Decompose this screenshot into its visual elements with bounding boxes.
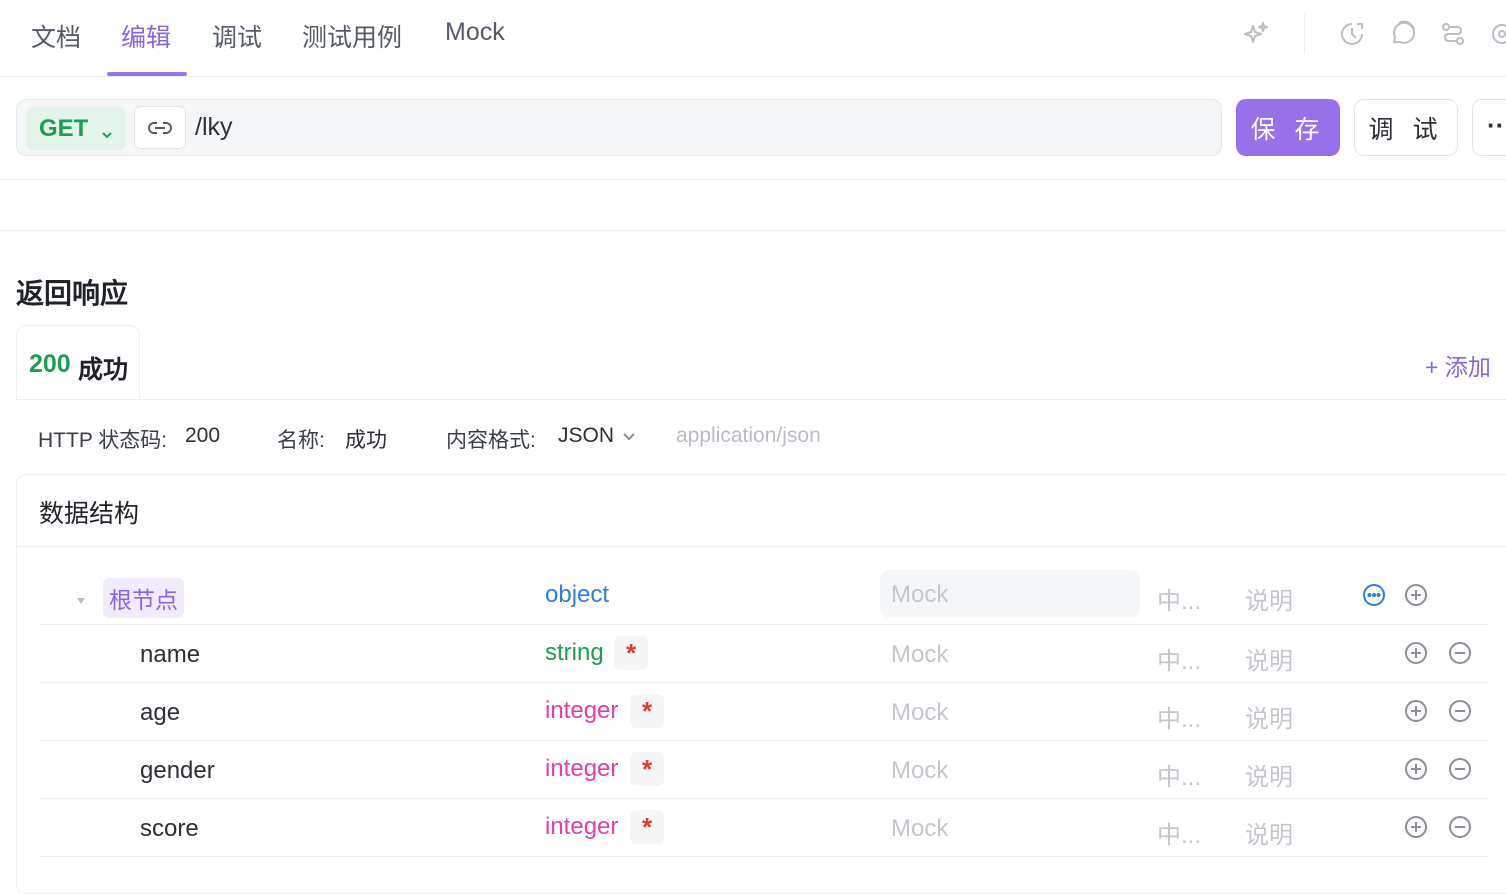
description-input[interactable]: 说明: [1245, 815, 1293, 850]
name-label: 名称:: [277, 429, 325, 452]
data-structure-title: 数据结构: [39, 500, 140, 528]
tab-docs[interactable]: 文档: [31, 18, 81, 54]
schema-row: name string * Mock 中... 说明: [40, 624, 1488, 683]
mock-input[interactable]: Mock: [891, 699, 948, 727]
debug-button[interactable]: 调 试: [1354, 99, 1458, 156]
chinese-name-input[interactable]: 中...: [1157, 815, 1201, 850]
mock-input[interactable]: Mock: [891, 641, 948, 669]
mock-input[interactable]: Mock: [891, 757, 948, 785]
schema-row: age integer * Mock 中... 说明: [40, 682, 1488, 741]
remove-field-icon[interactable]: [1447, 640, 1473, 666]
description-input[interactable]: 说明: [1245, 641, 1293, 676]
field-type[interactable]: string: [545, 639, 604, 667]
chinese-name-input[interactable]: 中...: [1157, 641, 1201, 676]
required-toggle[interactable]: *: [630, 752, 664, 786]
chinese-name-input[interactable]: 中...: [1157, 757, 1201, 792]
response-code: 200: [29, 350, 71, 378]
field-name[interactable]: name: [140, 641, 200, 669]
add-sibling-icon[interactable]: [1403, 640, 1429, 666]
root-node-label[interactable]: 根节点: [103, 578, 184, 618]
top-tab-bar: 文档 编辑 调试 测试用例 Mock: [0, 0, 1506, 77]
status-code-label: HTTP 状态码:: [38, 429, 168, 452]
method-select[interactable]: GET: [26, 107, 126, 150]
flow-icon[interactable]: [1437, 18, 1469, 50]
sparkle-icon[interactable]: [1240, 18, 1272, 50]
divider: [0, 179, 1506, 180]
link-icon[interactable]: [134, 106, 186, 149]
name-value[interactable]: 成功: [345, 424, 387, 454]
path-input[interactable]: /lky: [195, 113, 233, 142]
response-tab-200[interactable]: 200 成功: [16, 325, 140, 400]
mock-input[interactable]: Mock: [880, 570, 1140, 618]
add-child-icon[interactable]: [1403, 582, 1429, 608]
mock-placeholder: Mock: [891, 581, 949, 608]
comment-icon[interactable]: [1387, 18, 1419, 50]
more-options-icon[interactable]: [1361, 582, 1387, 608]
remove-field-icon[interactable]: [1447, 698, 1473, 724]
tab-edit[interactable]: 编辑: [121, 18, 171, 54]
schema-row: gender integer * Mock 中... 说明: [40, 740, 1488, 799]
add-response-button[interactable]: + 添加: [1425, 348, 1491, 382]
format-label: 内容格式:: [446, 429, 536, 452]
chevron-down-icon: [100, 121, 114, 149]
required-toggle[interactable]: *: [630, 810, 664, 844]
mock-input[interactable]: Mock: [891, 815, 948, 843]
status-code-value[interactable]: 200: [185, 424, 220, 448]
field-type[interactable]: integer: [545, 813, 618, 841]
active-tab-indicator: [107, 72, 187, 76]
save-button[interactable]: 保 存: [1236, 99, 1340, 156]
tab-test-cases[interactable]: 测试用例: [302, 18, 402, 54]
field-name[interactable]: score: [140, 815, 199, 843]
divider: [16, 399, 1506, 400]
data-structure-header: 数据结构: [17, 475, 1506, 547]
history-icon[interactable]: [1336, 18, 1368, 50]
add-sibling-icon[interactable]: [1403, 756, 1429, 782]
collapse-icon[interactable]: [76, 585, 86, 613]
description-input[interactable]: 说明: [1245, 699, 1293, 734]
response-name: 成功: [78, 356, 129, 384]
add-sibling-icon[interactable]: [1403, 814, 1429, 840]
settings-icon[interactable]: [1486, 18, 1506, 50]
more-button[interactable]: ··: [1472, 99, 1506, 156]
section-title: 返回响应: [16, 278, 129, 309]
tab-debug[interactable]: 调试: [212, 18, 262, 54]
tab-mock[interactable]: Mock: [445, 18, 505, 47]
chinese-name-input[interactable]: 中...: [1157, 581, 1201, 616]
format-select[interactable]: JSON: [558, 424, 614, 448]
chinese-name-input[interactable]: 中...: [1157, 699, 1201, 734]
required-toggle[interactable]: *: [614, 636, 648, 670]
schema-row: score integer * Mock 中... 说明: [40, 798, 1488, 857]
field-type[interactable]: integer: [545, 755, 618, 783]
field-type[interactable]: object: [545, 581, 609, 609]
description-input[interactable]: 说明: [1245, 757, 1293, 792]
description-input[interactable]: 说明: [1245, 581, 1293, 616]
field-name[interactable]: gender: [140, 757, 215, 785]
schema-row-root: 根节点 object Mock 中... 说明: [40, 566, 1488, 625]
field-type[interactable]: integer: [545, 697, 618, 725]
toolbar-divider: [1304, 14, 1305, 54]
more-icon: ··: [1487, 110, 1505, 140]
required-toggle[interactable]: *: [630, 694, 664, 728]
remove-field-icon[interactable]: [1447, 756, 1473, 782]
field-name[interactable]: age: [140, 699, 180, 727]
remove-field-icon[interactable]: [1447, 814, 1473, 840]
add-sibling-icon[interactable]: [1403, 698, 1429, 724]
method-label: GET: [39, 114, 89, 142]
content-type-input[interactable]: application/json: [676, 424, 821, 448]
chevron-down-icon[interactable]: [621, 430, 637, 449]
request-url-bar: GET /lky: [16, 99, 1222, 156]
divider: [0, 230, 1506, 231]
